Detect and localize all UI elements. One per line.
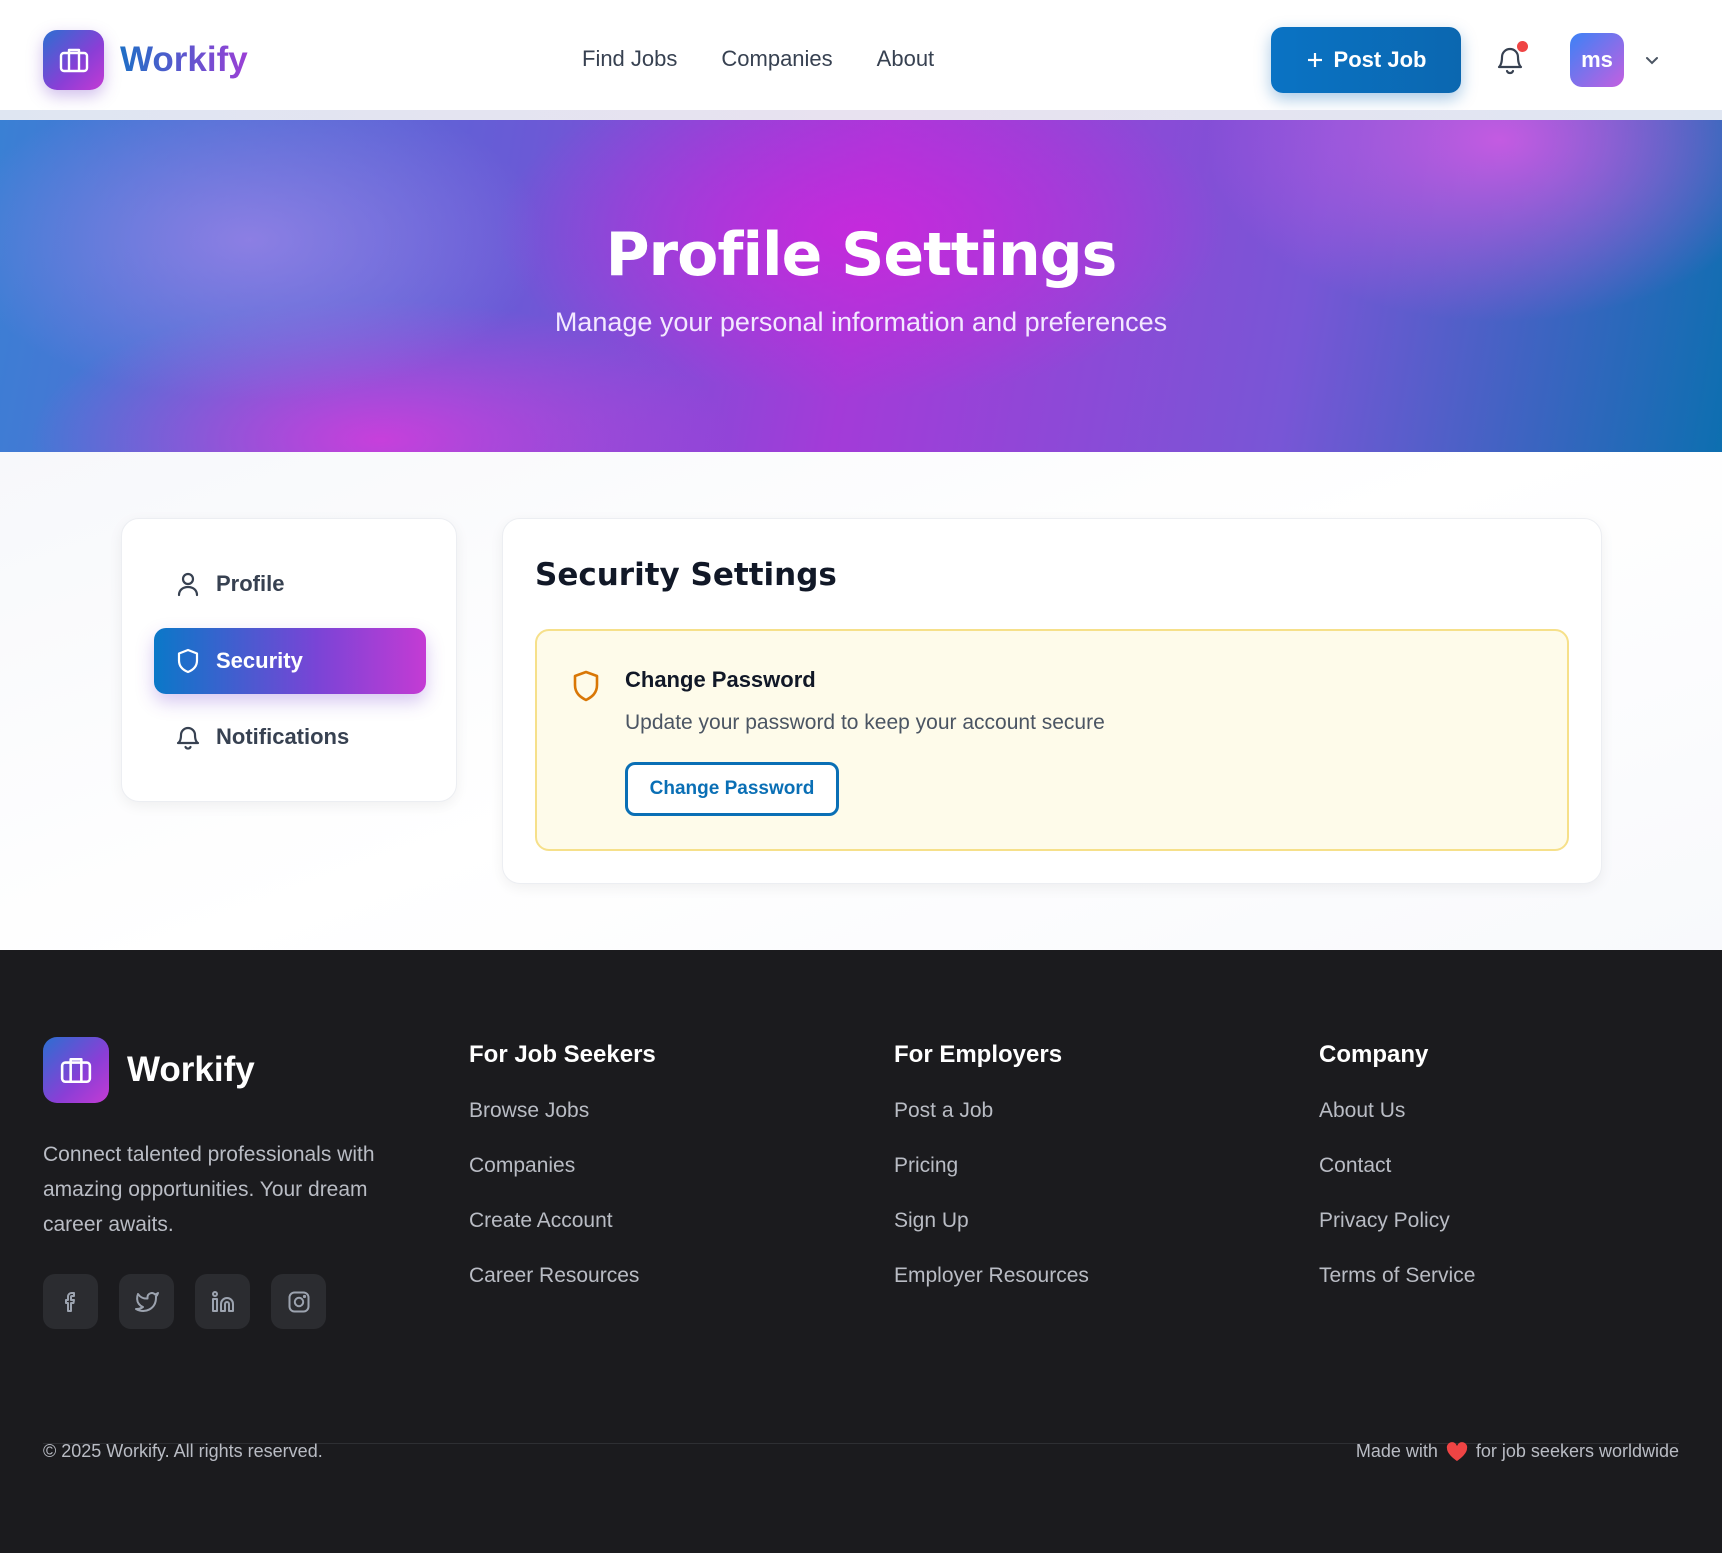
copyright-text: © 2025 Workify. All rights reserved. xyxy=(43,1441,323,1461)
change-password-title: Change Password xyxy=(625,667,816,692)
instagram-icon[interactable] xyxy=(271,1274,326,1329)
sidebar-item-label: Notifications xyxy=(216,724,350,749)
shield-icon xyxy=(177,648,199,674)
user-avatar[interactable]: ms xyxy=(1570,33,1624,87)
footer-link-post-a-job[interactable]: Post a Job xyxy=(894,1099,1089,1154)
change-password-button[interactable]: Change Password xyxy=(625,762,839,816)
change-password-card: Change Password Update your password to … xyxy=(535,629,1569,851)
sidebar-item-label: Profile xyxy=(216,571,285,596)
footer-link-about-us[interactable]: About Us xyxy=(1319,1099,1475,1154)
footer-link-browse-jobs[interactable]: Browse Jobs xyxy=(469,1099,656,1154)
footer-column-job-seekers: For Job Seekers Browse Jobs Companies Cr… xyxy=(469,1041,656,1319)
nav-find-jobs[interactable]: Find Jobs xyxy=(582,46,677,72)
twitter-icon[interactable] xyxy=(119,1274,174,1329)
change-password-description: Update your password to keep your accoun… xyxy=(625,711,1105,734)
top-header: Workify Find Jobs Companies About Post J… xyxy=(0,0,1722,110)
footer-brand-name: Workify xyxy=(127,1050,255,1089)
made-with-prefix: Made with xyxy=(1355,1441,1438,1461)
footer-link-pricing[interactable]: Pricing xyxy=(894,1154,1089,1209)
footer-column-employers: For Employers Post a Job Pricing Sign Up… xyxy=(894,1041,1089,1319)
header-divider xyxy=(0,110,1722,120)
footer-link-employer-resources[interactable]: Employer Resources xyxy=(894,1264,1089,1319)
nav-companies[interactable]: Companies xyxy=(721,46,832,72)
nav-about[interactable]: About xyxy=(877,46,935,72)
social-links xyxy=(43,1274,326,1329)
footer-link-contact[interactable]: Contact xyxy=(1319,1154,1475,1209)
footer-brand-logo[interactable]: Workify xyxy=(43,1037,255,1103)
main-nav: Find Jobs Companies About xyxy=(582,46,934,72)
sidebar-item-security[interactable]: Security xyxy=(154,628,426,694)
linkedin-icon[interactable] xyxy=(195,1274,250,1329)
made-with-text: Made with for job seekers worldwide xyxy=(1356,1441,1679,1462)
brand-name: Workify xyxy=(120,40,248,79)
bell-icon xyxy=(176,726,200,750)
chevron-down-icon[interactable] xyxy=(1642,50,1662,70)
footer-link-career-resources[interactable]: Career Resources xyxy=(469,1264,656,1319)
sidebar-item-profile[interactable]: Profile xyxy=(154,551,426,617)
footer-link-companies[interactable]: Companies xyxy=(469,1154,656,1209)
shield-icon xyxy=(573,670,599,702)
made-with-suffix: for job seekers worldwide xyxy=(1475,1441,1679,1461)
sidebar-item-label: Security xyxy=(216,648,303,673)
page-title: Profile Settings xyxy=(605,220,1118,290)
heart-icon xyxy=(1446,1441,1468,1461)
footer-link-terms-of-service[interactable]: Terms of Service xyxy=(1319,1264,1475,1319)
facebook-icon[interactable] xyxy=(43,1274,98,1329)
post-job-label: Post Job xyxy=(1333,47,1427,72)
footer-link-sign-up[interactable]: Sign Up xyxy=(894,1209,1089,1264)
post-job-button[interactable]: Post Job xyxy=(1271,27,1461,93)
notification-dot xyxy=(1517,41,1528,52)
section-title: Security Settings xyxy=(535,557,837,593)
page-subtitle: Manage your personal information and pre… xyxy=(554,307,1168,337)
sidebar-item-notifications[interactable]: Notifications xyxy=(154,704,426,770)
footer-link-privacy-policy[interactable]: Privacy Policy xyxy=(1319,1209,1475,1264)
settings-sidebar: Profile Security Notifications xyxy=(121,518,457,802)
footer-description: Connect talented professionals with amaz… xyxy=(43,1143,375,1236)
footer-column-title: For Job Seekers xyxy=(469,1041,656,1068)
brand-logo[interactable]: Workify xyxy=(43,30,248,90)
security-settings-panel: Security Settings Change Password Update… xyxy=(502,518,1602,884)
footer-link-create-account[interactable]: Create Account xyxy=(469,1209,656,1264)
footer-column-title: Company xyxy=(1319,1041,1429,1068)
briefcase-icon xyxy=(43,1037,109,1103)
user-icon xyxy=(177,572,199,597)
footer-column-title: For Employers xyxy=(894,1041,1063,1068)
briefcase-icon xyxy=(43,30,104,90)
plus-icon xyxy=(1307,53,1322,67)
hero-banner: Profile Settings Manage your personal in… xyxy=(0,120,1722,452)
footer-column-company: Company About Us Contact Privacy Policy … xyxy=(1319,1041,1475,1319)
site-footer: Workify Connect talented professionals w… xyxy=(0,950,1722,1553)
